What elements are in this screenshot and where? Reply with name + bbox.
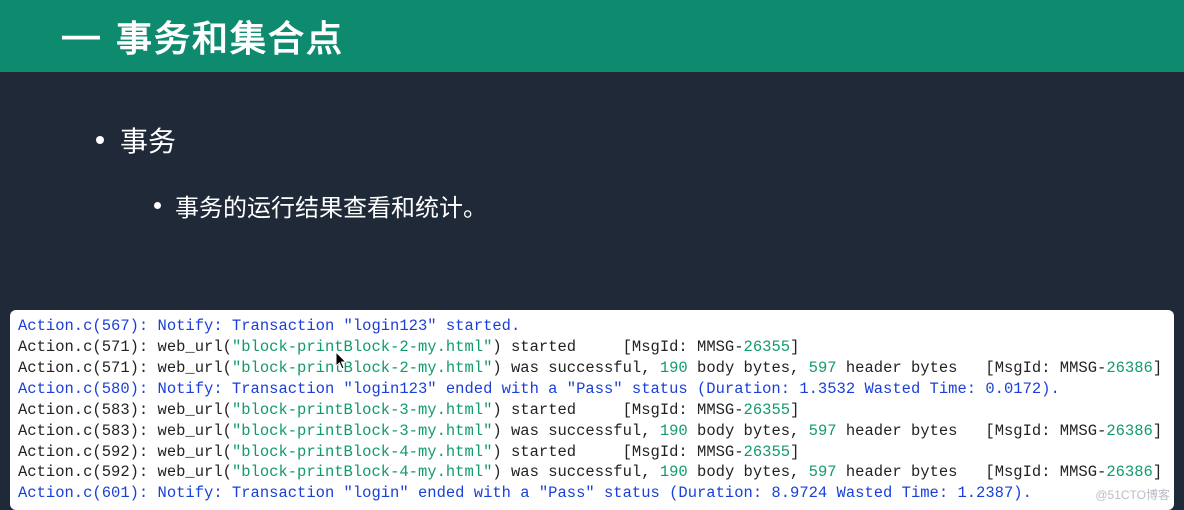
log-line: Action.c(592): web_url("block-printBlock… xyxy=(18,462,1166,483)
bullet-dot-icon xyxy=(154,202,161,209)
bullet-level1: 事务 xyxy=(96,120,1184,160)
bullet-level2: 事务的运行结果查看和统计。 xyxy=(154,188,1184,223)
log-line: Action.c(583): web_url("block-printBlock… xyxy=(18,400,1166,421)
log-line: Action.c(583): web_url("block-printBlock… xyxy=(18,421,1166,442)
log-line: Action.c(571): web_url("block-printBlock… xyxy=(18,337,1166,358)
bullet-level1-text: 事务 xyxy=(120,120,176,160)
watermark-text: @51CTO博客 xyxy=(1095,486,1170,503)
log-line: Action.c(601): Notify: Transaction "logi… xyxy=(18,483,1166,504)
log-line: Action.c(580): Notify: Transaction "logi… xyxy=(18,379,1166,400)
log-line: Action.c(571): web_url("block-printBlock… xyxy=(18,358,1166,379)
slide-title: 事务和集合点 xyxy=(116,10,344,62)
slide-body: 事务 事务的运行结果查看和统计。 xyxy=(0,72,1184,223)
bullet-dot-icon xyxy=(96,136,104,144)
bullet-level2-text: 事务的运行结果查看和统计。 xyxy=(175,188,487,223)
title-dash-icon: — xyxy=(62,15,98,58)
log-output-panel: Action.c(567): Notify: Transaction "logi… xyxy=(10,310,1174,510)
slide-title-banner: — 事务和集合点 xyxy=(0,0,1184,72)
log-line: Action.c(567): Notify: Transaction "logi… xyxy=(18,316,1166,337)
log-line: Action.c(592): web_url("block-printBlock… xyxy=(18,442,1166,463)
